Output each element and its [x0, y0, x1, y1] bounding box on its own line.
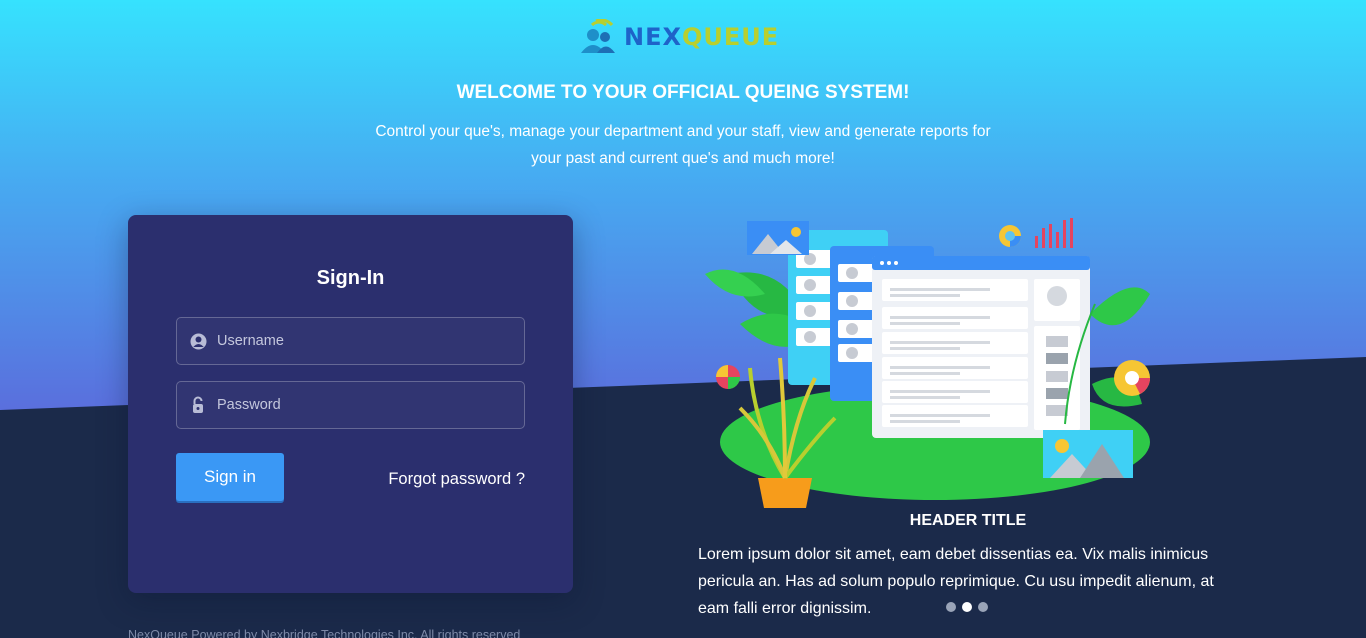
- carousel-indicators: [946, 602, 988, 612]
- password-input[interactable]: [217, 382, 524, 428]
- user-circle-icon: [189, 332, 207, 350]
- people-logo-icon: [581, 19, 615, 53]
- signin-card: Sign-In Sign in Forgot password ?: [128, 215, 573, 593]
- username-field[interactable]: [176, 317, 525, 365]
- carousel-dot-2[interactable]: [962, 602, 972, 612]
- lock-icon: [189, 396, 207, 414]
- brand-name: NEXQUEUE: [624, 23, 779, 51]
- signin-title: Sign-In: [316, 267, 385, 289]
- username-input[interactable]: [217, 318, 524, 364]
- forgot-password-link[interactable]: Forgot password ?: [388, 470, 525, 489]
- footer-text: NexQueue Powered by Nexbridge Technologi…: [128, 628, 521, 638]
- slide-header-title: HEADER TITLE: [909, 512, 1027, 529]
- password-field[interactable]: [176, 381, 525, 429]
- carousel-dot-3[interactable]: [978, 602, 988, 612]
- welcome-subtitle: Control your que's, manage your departme…: [375, 123, 991, 167]
- signin-button[interactable]: Sign in: [176, 453, 284, 501]
- welcome-heading: WELCOME TO YOUR OFFICIAL QUEING SYSTEM!: [456, 82, 910, 103]
- brand-name-part2: QUEUE: [681, 23, 780, 51]
- brand-logo: NEXQUEUE: [578, 18, 779, 56]
- brand-name-part1: NEX: [624, 23, 682, 51]
- carousel-dot-1[interactable]: [946, 602, 956, 612]
- dashboard-illustration: [705, 218, 1150, 508]
